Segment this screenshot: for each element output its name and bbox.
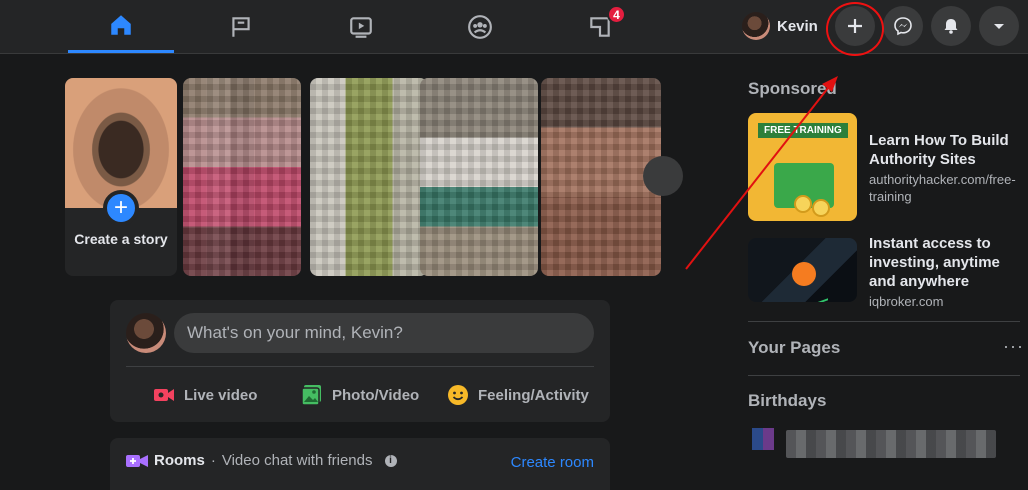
home-icon xyxy=(111,15,131,35)
photo-icon xyxy=(301,385,321,406)
broker-logo-icon xyxy=(792,262,816,286)
live-video-label: Live video xyxy=(184,386,258,404)
stories-tray: + Create a story xyxy=(65,78,683,276)
create-story-card[interactable]: + Create a story xyxy=(65,78,177,276)
ad-text: Learn How To Build Authority Sites autho… xyxy=(869,131,1028,205)
ad-headline: Learn How To Build Authority Sites xyxy=(869,132,1009,168)
your-pages-heading: Your Pages xyxy=(748,338,841,357)
feeling-activity-button[interactable]: Feeling/Activity xyxy=(446,376,589,414)
story-profile-photo xyxy=(65,78,177,208)
birthday-item[interactable] xyxy=(752,428,1004,462)
account-menu-button[interactable] xyxy=(979,6,1019,46)
nav-tab-pages[interactable] xyxy=(188,0,294,53)
ad-text: Instant access to investing, anytime and… xyxy=(869,234,1028,310)
messenger-button[interactable] xyxy=(883,6,923,46)
sponsored-ad[interactable]: FREE TRAINING Learn How To Build Authori… xyxy=(748,113,1020,223)
add-story-icon: + xyxy=(103,190,139,226)
video-camera-icon xyxy=(126,454,148,467)
coin-icon xyxy=(794,195,812,213)
notifications-button[interactable] xyxy=(931,6,971,46)
stories-next-button[interactable] xyxy=(643,156,683,196)
avatar xyxy=(126,313,166,353)
live-video-icon xyxy=(154,389,174,401)
create-room-link[interactable]: Create room xyxy=(511,454,594,471)
smiley-icon xyxy=(448,385,468,405)
profile-button[interactable]: Kevin xyxy=(738,8,828,44)
story-card[interactable] xyxy=(420,78,538,276)
gift-icon xyxy=(752,428,774,450)
nav-tab-gaming[interactable]: 4 xyxy=(547,0,653,53)
messenger-icon xyxy=(894,17,912,36)
photo-video-button[interactable]: Photo/Video xyxy=(300,376,419,414)
notification-badge: 4 xyxy=(607,5,626,24)
rooms-header: Rooms · Video chat with friends i xyxy=(126,452,397,469)
annotation-circle xyxy=(826,2,884,56)
ad-thumbnail: FREE TRAINING xyxy=(748,113,857,221)
story-card[interactable] xyxy=(183,78,301,276)
avatar xyxy=(742,12,770,40)
profile-name: Kevin xyxy=(777,17,818,35)
feeling-activity-label: Feeling/Activity xyxy=(478,386,589,404)
coin-icon xyxy=(812,199,830,217)
rooms-title: Rooms xyxy=(154,452,205,469)
rooms-separator: · xyxy=(210,452,216,469)
more-options-icon[interactable]: ··· xyxy=(1003,336,1024,357)
groups-icon xyxy=(468,14,492,39)
sponsored-ad[interactable]: Instant access to investing, anytime and… xyxy=(748,235,1020,348)
caret-down-icon xyxy=(994,24,1004,29)
sponsored-heading: Sponsored xyxy=(748,79,837,98)
divider xyxy=(126,366,594,367)
divider xyxy=(748,321,1020,322)
ad-thumbnail xyxy=(748,238,857,302)
divider xyxy=(748,375,1020,376)
birthdays-heading: Birthdays xyxy=(748,391,827,410)
ad-headline: Instant access to investing, anytime and… xyxy=(869,235,1000,290)
live-video-button[interactable]: Live video xyxy=(152,376,257,414)
flag-icon xyxy=(232,16,250,37)
blurred-birthday-text xyxy=(786,430,996,458)
photo-video-label: Photo/Video xyxy=(332,386,420,404)
rooms-panel: Rooms · Video chat with friends i Create… xyxy=(110,438,610,490)
ad-url: iqbroker.com xyxy=(869,294,944,309)
create-story-label: Create a story xyxy=(74,231,168,247)
status-input[interactable]: What's on your mind, Kevin? xyxy=(174,313,594,353)
bell-icon xyxy=(944,19,958,34)
nav-tab-home[interactable] xyxy=(68,0,174,53)
nav-tab-watch[interactable] xyxy=(308,0,414,53)
story-card[interactable] xyxy=(310,78,428,276)
watch-video-icon xyxy=(350,16,372,38)
post-composer: What's on your mind, Kevin? Live video P… xyxy=(110,300,610,422)
nav-tab-groups[interactable] xyxy=(427,0,533,53)
ad-url: authorityhacker.com/free-training xyxy=(869,172,1016,204)
rooms-subtitle: Video chat with friends xyxy=(221,452,373,469)
ad-thumbnail-text: FREE TRAINING xyxy=(758,123,848,138)
info-icon[interactable]: i xyxy=(384,454,397,467)
